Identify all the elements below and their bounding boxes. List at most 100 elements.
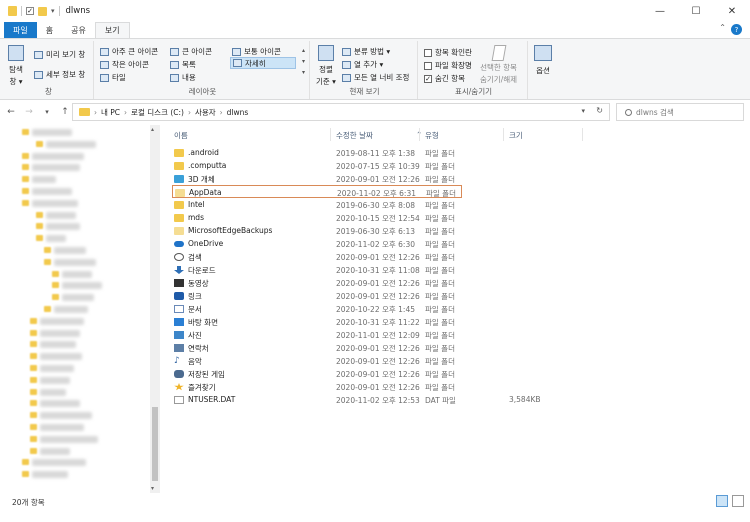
- column-divider[interactable]: [330, 128, 331, 141]
- tab-view[interactable]: 보기: [94, 22, 130, 38]
- column-header-type[interactable]: 유형: [425, 130, 439, 141]
- nav-pane-button[interactable]: 탐색 창 ▾: [8, 45, 24, 87]
- nav-tree-item[interactable]: [32, 188, 72, 195]
- nav-tree-item[interactable]: [40, 329, 80, 337]
- tab-file[interactable]: 파일: [4, 22, 37, 38]
- help-icon[interactable]: ?: [731, 24, 742, 35]
- table-row[interactable]: 저장된 게임 2020-09-01 오전 12:26 파일 폴더: [168, 367, 464, 380]
- checkbox[interactable]: [424, 61, 432, 70]
- close-button[interactable]: ✕: [714, 0, 750, 22]
- add-columns-button[interactable]: 열 추가 ▾: [342, 59, 383, 70]
- options-button[interactable]: 옵션: [534, 45, 552, 76]
- column-header-size[interactable]: 크기: [509, 130, 523, 141]
- address-bar[interactable]: › 내 PC › 로컬 디스크 (C:) › 사용자 › dlwns ▾ ↻: [72, 103, 610, 121]
- table-row[interactable]: OneDrive 2020-11-02 오후 6:30 파일 폴더: [168, 237, 464, 250]
- checkbox[interactable]: [424, 48, 432, 57]
- nav-tree-item[interactable]: [40, 317, 84, 325]
- nav-tree-item[interactable]: [40, 400, 80, 408]
- table-row[interactable]: 동영상 2020-09-01 오전 12:26 파일 폴더: [168, 276, 464, 289]
- breadcrumb-item[interactable]: dlwns: [227, 108, 249, 117]
- table-row[interactable]: MicrosoftEdgeBackups 2019-06-30 오후 6:13 파일…: [168, 224, 464, 237]
- minimize-button[interactable]: —: [642, 0, 678, 22]
- nav-tree-item[interactable]: [40, 388, 66, 396]
- nav-tree-item[interactable]: [40, 376, 70, 384]
- details-view-toggle[interactable]: [716, 495, 728, 507]
- table-row[interactable]: AppData 2020-11-02 오후 6:31 파일 폴더: [172, 185, 462, 198]
- nav-tree-item[interactable]: [46, 235, 66, 243]
- scroll-up-icon[interactable]: ▴: [151, 126, 154, 133]
- layout-medium[interactable]: 보통 아이콘: [232, 46, 281, 57]
- hidden-items-toggle[interactable]: ✓ 숨긴 항목: [424, 73, 465, 84]
- nav-tree-item[interactable]: [32, 164, 80, 172]
- table-row[interactable]: Intel 2019-06-30 오후 8:08 파일 폴더: [168, 198, 464, 211]
- tab-share[interactable]: 공유: [62, 22, 95, 38]
- back-arrow-icon[interactable]: ←: [4, 107, 18, 117]
- nav-tree-item[interactable]: [40, 412, 92, 420]
- maximize-button[interactable]: ☐: [678, 0, 714, 22]
- forward-arrow-icon[interactable]: →: [22, 107, 36, 117]
- nav-tree-item[interactable]: [62, 294, 94, 302]
- nav-pane-scrollbar[interactable]: ▴ ▾: [150, 125, 160, 493]
- column-header-date[interactable]: 수정한 날짜: [336, 130, 373, 141]
- scrollbar-thumb[interactable]: [152, 407, 158, 481]
- table-row[interactable]: 즐겨찾기 2020-09-01 오전 12:26 파일 폴더: [168, 380, 464, 393]
- size-all-columns-button[interactable]: 모든 열 너비 조정: [342, 72, 409, 83]
- nav-tree-item[interactable]: [32, 199, 78, 207]
- nav-tree-item[interactable]: [40, 424, 84, 431]
- table-row[interactable]: 링크 2020-09-01 오전 12:26 파일 폴더: [168, 289, 464, 302]
- scroll-down-icon[interactable]: ▾: [151, 485, 154, 492]
- nav-tree-item[interactable]: [62, 270, 92, 278]
- nav-tree-item[interactable]: [40, 365, 74, 372]
- navigation-pane[interactable]: [0, 125, 160, 493]
- nav-tree-item[interactable]: [46, 140, 96, 148]
- table-row[interactable]: NTUSER.DAT 2020-11-02 오후 12:53 DAT 파일 3,584…: [168, 393, 541, 406]
- layout-list[interactable]: 목록: [170, 59, 196, 70]
- preview-pane-button[interactable]: 미리 보기 창: [34, 49, 85, 60]
- up-arrow-icon[interactable]: ↑: [58, 107, 72, 117]
- column-divider[interactable]: [503, 128, 504, 141]
- table-row[interactable]: 사진 2020-11-01 오전 12:09 파일 폴더: [168, 328, 464, 341]
- nav-tree-item[interactable]: [54, 306, 88, 313]
- new-folder-icon[interactable]: [38, 6, 47, 16]
- table-row[interactable]: .android 2019-08-11 오후 1:38 파일 폴더: [168, 146, 464, 159]
- layout-details[interactable]: 자세히: [230, 57, 296, 69]
- extensions-toggle[interactable]: 파일 확장명: [424, 60, 472, 71]
- table-row[interactable]: .computta 2020-07-15 오후 10:39 파일 폴더: [168, 159, 464, 172]
- checkbox-checked[interactable]: ✓: [424, 74, 432, 83]
- breadcrumb-item[interactable]: 로컬 디스크 (C:): [131, 107, 184, 118]
- nav-tree-item[interactable]: [32, 152, 84, 160]
- recent-chevron-icon[interactable]: ▾: [40, 108, 54, 116]
- column-divider[interactable]: [582, 128, 583, 141]
- search-box[interactable]: dlwns 검색: [616, 103, 744, 121]
- details-pane-button[interactable]: 세부 정보 창: [34, 69, 85, 80]
- table-row[interactable]: 문서 2020-10-22 오후 1:45 파일 폴더: [168, 302, 464, 315]
- large-icons-view-toggle[interactable]: [732, 495, 744, 507]
- collapse-ribbon-icon[interactable]: ⌃: [719, 23, 726, 32]
- nav-tree-item[interactable]: [32, 459, 86, 467]
- customize-toolbar-icon[interactable]: ▾: [51, 7, 55, 15]
- table-row[interactable]: 연락처 2020-09-01 오전 12:26 파일 폴더: [168, 341, 464, 354]
- nav-tree-item[interactable]: [32, 129, 72, 136]
- layout-extra-large[interactable]: 아주 큰 아이콘: [100, 46, 158, 57]
- nav-tree-item[interactable]: [32, 471, 68, 479]
- table-row[interactable]: 3D 개체 2020-09-01 오전 12:26 파일 폴더: [168, 172, 464, 185]
- nav-tree-item[interactable]: [32, 176, 56, 184]
- layout-tiles[interactable]: 타일: [100, 72, 126, 83]
- address-dropdown-icon[interactable]: ▾: [581, 107, 585, 115]
- breadcrumb-item[interactable]: 사용자: [195, 107, 216, 118]
- nav-tree-item[interactable]: [40, 353, 82, 361]
- table-row[interactable]: 검색 2020-09-01 오전 12:26 파일 폴더: [168, 250, 464, 263]
- nav-tree-item[interactable]: [46, 211, 76, 219]
- table-row[interactable]: 다운로드 2020-10-31 오후 11:08 파일 폴더: [168, 263, 464, 276]
- column-header-name[interactable]: 이름: [174, 130, 188, 141]
- layout-large[interactable]: 큰 아이콘: [170, 46, 212, 57]
- tab-home[interactable]: 홈: [37, 22, 62, 38]
- nav-tree-item[interactable]: [54, 247, 86, 254]
- layout-small[interactable]: 작은 아이콘: [100, 59, 149, 70]
- properties-icon[interactable]: ✓: [26, 7, 34, 15]
- column-divider[interactable]: [419, 128, 420, 141]
- nav-tree-item[interactable]: [40, 435, 98, 443]
- layout-scroll[interactable]: ▴ ▾ ▾: [302, 45, 305, 78]
- layout-content[interactable]: 내용: [170, 72, 196, 83]
- item-checkboxes-toggle[interactable]: 항목 확인란: [424, 47, 472, 58]
